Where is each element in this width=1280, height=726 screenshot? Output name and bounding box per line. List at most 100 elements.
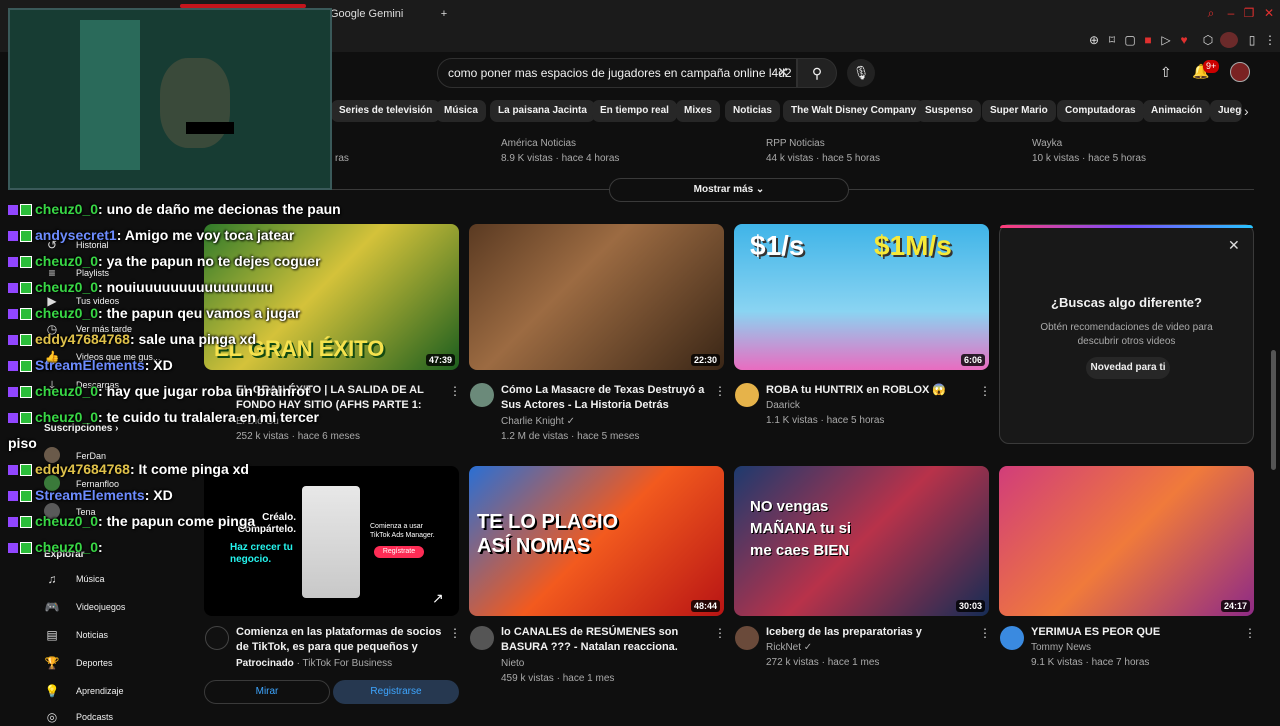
chip[interactable]: Super Mario: [982, 100, 1056, 122]
minimize-icon[interactable]: –: [1224, 6, 1238, 20]
profile-avatar[interactable]: [1220, 32, 1238, 48]
sidebar-item-music[interactable]: Música: [76, 570, 105, 588]
more-options-icon[interactable]: ⋮: [1244, 625, 1256, 641]
voice-search-button[interactable]: 🎙: [847, 59, 875, 87]
webcam-overlay: [8, 8, 332, 190]
chip[interactable]: Computadoras: [1057, 100, 1144, 122]
channel-name[interactable]: RPP Noticias: [766, 136, 825, 151]
extensions-icon[interactable]: ⬡: [1200, 32, 1216, 48]
search-tabs-icon[interactable]: ⌕: [1204, 6, 1218, 20]
twitch-badge-icon: [8, 517, 18, 528]
channel-avatar[interactable]: [205, 626, 229, 650]
tab-gemini[interactable]: Google Gemini: [322, 4, 432, 24]
chip[interactable]: The Walt Disney Company: [783, 100, 925, 122]
search-input[interactable]: como poner mas espacios de jugadores en …: [437, 58, 797, 88]
chip[interactable]: Música: [436, 100, 486, 122]
channel-avatar[interactable]: [470, 626, 494, 650]
check-badge-icon: [20, 282, 32, 295]
search-query: como poner mas espacios de jugadores en …: [448, 66, 792, 80]
channel-name[interactable]: RickNet ✓: [766, 640, 812, 655]
sunglasses-icon: [186, 122, 234, 134]
chevron-right-icon[interactable]: ›: [1244, 102, 1258, 120]
channel-name[interactable]: Wayka: [1032, 136, 1062, 151]
new-for-you-button[interactable]: Novedad para ti: [1086, 357, 1170, 379]
bookmark-icon[interactable]: ⌑: [1104, 32, 1120, 48]
channel-avatar[interactable]: [1000, 626, 1024, 650]
channel-name[interactable]: Tommy News: [1031, 640, 1091, 655]
channel-name[interactable]: Daarick: [766, 398, 800, 413]
check-badge-icon: [20, 542, 32, 555]
thumb-caption: $1/s: [750, 230, 805, 261]
video-title[interactable]: ROBA tu HUNTRIX en ROBLOX 😱: [766, 383, 976, 398]
sidebar-item-news[interactable]: Noticias: [76, 626, 108, 644]
chip[interactable]: Juegos: [1210, 100, 1242, 122]
watch-button[interactable]: Mirar: [204, 680, 330, 704]
twitch-badge-icon: [8, 465, 18, 476]
chat-username: cheuz0_0: [35, 253, 99, 269]
ad-thumbnail[interactable]: Créalo. Compártelo. Haz crecer tu negoci…: [204, 466, 459, 616]
page-scrollbar[interactable]: [1271, 350, 1276, 470]
play-icon[interactable]: ▷: [1158, 32, 1174, 48]
chip[interactable]: Mixes: [676, 100, 720, 122]
close-icon[interactable]: ✕: [1262, 6, 1276, 20]
chip[interactable]: Series de televisión: [331, 100, 441, 122]
search-button[interactable]: ⚲: [797, 58, 837, 88]
close-icon[interactable]: ✕: [1228, 237, 1244, 253]
menu-icon[interactable]: ⋮: [1262, 32, 1278, 48]
video-title[interactable]: Iceberg de las preparatorias y bachiller…: [766, 625, 976, 640]
check-badge-icon: [20, 204, 32, 217]
sidebar-item-podcasts[interactable]: Podcasts: [76, 708, 113, 726]
more-options-icon[interactable]: ⋮: [449, 383, 461, 399]
sidebar-item-gaming[interactable]: Videojuegos: [76, 598, 125, 616]
record-icon[interactable]: ■: [1140, 32, 1156, 48]
chip[interactable]: La paisana Jacinta: [490, 100, 595, 122]
video-meta: 272 k vistas · hace 1 mes: [766, 657, 880, 668]
channel-name[interactable]: Charlie Knight ✓: [501, 414, 575, 429]
video-thumbnail[interactable]: NO vengas MAÑANA tu si me caes BIEN 30:0…: [734, 466, 989, 616]
channel-name[interactable]: Nieto: [501, 656, 524, 671]
video-title[interactable]: lo CANALES de RESÚMENES son BASURA ??? -…: [501, 625, 711, 655]
channel-name[interactable]: TikTok For Business: [303, 658, 393, 669]
chat-text: : te cuido tu tralalera en mi tercer: [98, 409, 320, 425]
heart-icon[interactable]: ♥: [1176, 32, 1192, 48]
more-options-icon[interactable]: ⋮: [449, 625, 461, 641]
video-thumbnail[interactable]: 22:30: [469, 224, 724, 370]
account-avatar[interactable]: [1230, 62, 1250, 82]
chip[interactable]: Animación: [1143, 100, 1211, 122]
new-tab-button[interactable]: +: [436, 4, 452, 24]
check-badge-icon: [20, 334, 32, 347]
channel-avatar[interactable]: [470, 383, 494, 407]
chip[interactable]: Suspenso: [917, 100, 981, 122]
clear-search-icon[interactable]: ✕: [777, 64, 793, 80]
register-button[interactable]: Registrarse: [333, 680, 459, 704]
chat-username: cheuz0_0: [35, 513, 99, 529]
more-options-icon[interactable]: ⋮: [979, 625, 991, 641]
video-title[interactable]: Comienza en las plataformas de socios de…: [236, 625, 446, 655]
show-more-button[interactable]: Mostrar más ⌄: [609, 178, 849, 202]
more-options-icon[interactable]: ⋮: [979, 383, 991, 399]
chip[interactable]: Noticias: [725, 100, 780, 122]
webcam-door: [80, 20, 140, 170]
video-thumbnail[interactable]: $1/s $1M/s 6:06: [734, 224, 989, 370]
check-badge-icon: [20, 308, 32, 321]
upload-icon[interactable]: ⇧: [1160, 64, 1176, 80]
thumb-caption: NO vengas MAÑANA tu si me caes BIEN: [750, 498, 852, 559]
sidebar-item-learning[interactable]: Aprendizaje: [76, 682, 124, 700]
video-thumbnail[interactable]: 24:17: [999, 466, 1254, 616]
more-options-icon[interactable]: ⋮: [714, 625, 726, 641]
chip[interactable]: En tiempo real: [592, 100, 677, 122]
channel-name[interactable]: América Noticias: [501, 136, 576, 151]
sidebar-item-sports[interactable]: Deportes: [76, 654, 113, 672]
video-title[interactable]: YERIMUA ES PEOR QUE ARIGAMEPLAYS...: [1031, 625, 1241, 640]
video-thumbnail[interactable]: TE LO PLAGIO ASÍ NOMAS 48:44: [469, 466, 724, 616]
sponsored-label: Patrocinado: [236, 658, 294, 669]
sidebar-toggle-icon[interactable]: ▯: [1244, 32, 1260, 48]
screenshot-icon[interactable]: ▢: [1122, 32, 1138, 48]
channel-avatar[interactable]: [735, 383, 759, 407]
more-options-icon[interactable]: ⋮: [714, 383, 726, 399]
maximize-icon[interactable]: ❐: [1242, 6, 1256, 20]
channel-avatar[interactable]: [735, 626, 759, 650]
video-title[interactable]: Cómo La Masacre de Texas Destruyó a Sus …: [501, 383, 711, 413]
zoom-icon[interactable]: ⊕: [1086, 32, 1102, 48]
chat-username: cheuz0_0: [35, 383, 99, 399]
